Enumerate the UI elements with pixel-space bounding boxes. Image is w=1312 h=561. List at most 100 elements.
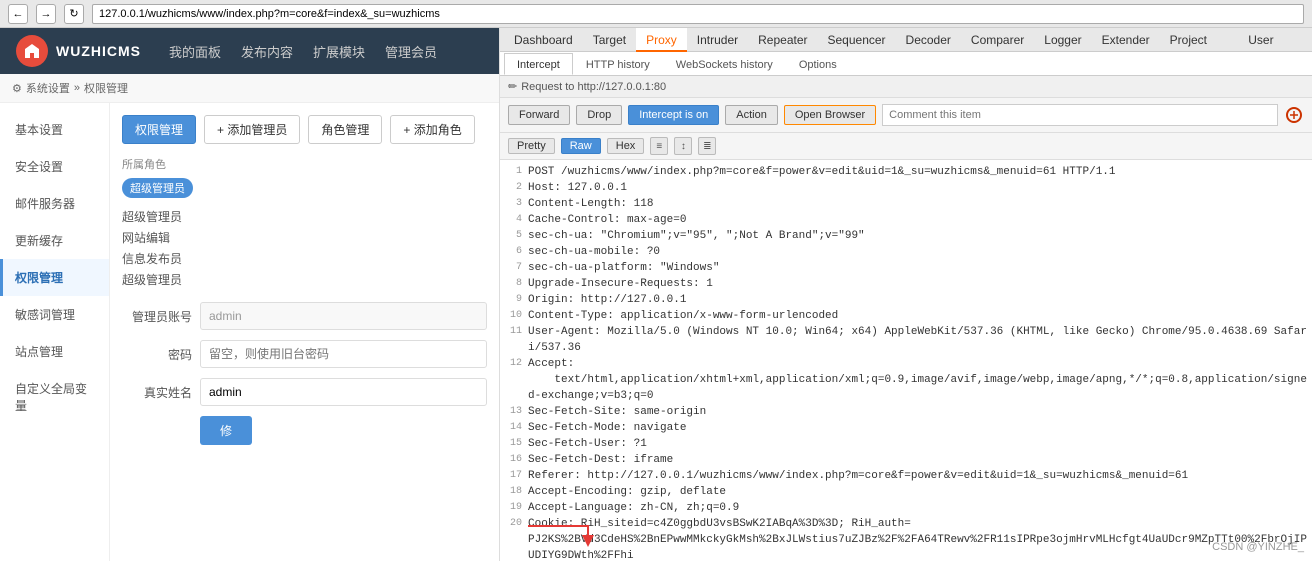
pretty-button[interactable]: Pretty: [508, 138, 555, 154]
intercept-on-button[interactable]: Intercept is on: [628, 105, 719, 125]
line-content: POST /wuzhicms/www/index.php?m=core&f=po…: [528, 164, 1312, 180]
realname-input[interactable]: [200, 378, 487, 406]
sidebar-item-sensitive[interactable]: 敏感词管理: [0, 296, 109, 333]
sidebar-item-sites[interactable]: 站点管理: [0, 333, 109, 370]
request-body[interactable]: 1POST /wuzhicms/www/index.php?m=core&f=p…: [500, 160, 1312, 561]
comment-input[interactable]: [882, 104, 1278, 126]
drop-button[interactable]: Drop: [576, 105, 622, 125]
permissions-button[interactable]: 权限管理: [122, 115, 196, 144]
menu-decoder[interactable]: Decoder: [896, 28, 961, 52]
account-input[interactable]: [200, 302, 487, 330]
sidebar-item-basic[interactable]: 基本设置: [0, 111, 109, 148]
line-content: sec-ch-ua: "Chromium";v="95", ";Not A Br…: [528, 228, 1312, 244]
role-item-1: 网站编辑: [122, 227, 487, 248]
role-item-0: 超级管理员: [122, 206, 487, 227]
menu-extender[interactable]: Extender: [1092, 28, 1160, 52]
password-input[interactable]: [200, 340, 487, 368]
sidebar-item-permissions[interactable]: 权限管理: [0, 259, 109, 296]
line-number: 1: [500, 164, 528, 180]
tab-intercept[interactable]: Intercept: [504, 53, 573, 75]
line-number: 15: [500, 436, 528, 452]
line-number: 19: [500, 500, 528, 516]
forward-button[interactable]: Forward: [508, 105, 570, 125]
forward-button[interactable]: →: [36, 4, 56, 24]
line-content: sec-ch-ua-platform: "Windows": [528, 260, 1312, 276]
submit-button[interactable]: 修: [200, 416, 252, 445]
action-button[interactable]: Action: [725, 105, 778, 125]
menu-dashboard[interactable]: Dashboard: [504, 28, 583, 52]
request-line: 12Accept:: [500, 356, 1312, 372]
breadcrumb: ⚙ 系统设置 » 权限管理: [0, 74, 499, 103]
format-icon-3[interactable]: ≣: [698, 137, 716, 155]
active-role-tag: 超级管理员: [122, 178, 193, 198]
format-toolbar: Pretty Raw Hex ≡ ↕ ≣: [500, 133, 1312, 160]
tab-options[interactable]: Options: [786, 53, 850, 75]
add-role-button[interactable]: + 添加角色: [390, 115, 474, 144]
back-button[interactable]: ←: [8, 4, 28, 24]
menu-sequencer[interactable]: Sequencer: [818, 28, 896, 52]
hex-button[interactable]: Hex: [607, 138, 645, 154]
request-line: 1POST /wuzhicms/www/index.php?m=core&f=p…: [500, 164, 1312, 180]
request-line: text/html,application/xhtml+xml,applicat…: [500, 372, 1312, 404]
burp-menu: Dashboard Target Proxy Intruder Repeater…: [500, 28, 1312, 52]
breadcrumb-settings[interactable]: 系统设置: [26, 80, 70, 96]
cms-topbar: WUZHICMS 我的面板 发布内容 扩展模块 管理会员: [0, 28, 499, 74]
request-line: 11User-Agent: Mozilla/5.0 (Windows NT 10…: [500, 324, 1312, 356]
line-number: 16: [500, 452, 528, 468]
url-bar[interactable]: [92, 4, 1304, 24]
sidebar-item-cache[interactable]: 更新缓存: [0, 222, 109, 259]
realname-label: 真实姓名: [122, 384, 192, 401]
nav-extensions[interactable]: 扩展模块: [313, 42, 365, 61]
nav-dashboard[interactable]: 我的面板: [169, 42, 221, 61]
line-number: 9: [500, 292, 528, 308]
request-line: 7sec-ch-ua-platform: "Windows": [500, 260, 1312, 276]
line-number: 3: [500, 196, 528, 212]
format-icon-1[interactable]: ≡: [650, 137, 668, 155]
line-content: Sec-Fetch-Mode: navigate: [528, 420, 1312, 436]
request-url: Request to http://127.0.0.1:80: [521, 81, 666, 93]
line-number: [500, 532, 528, 561]
menu-user-options[interactable]: User options: [1238, 28, 1308, 52]
sidebar-item-mail[interactable]: 邮件服务器: [0, 185, 109, 222]
burp-toolbar: Forward Drop Intercept is on Action Open…: [500, 98, 1312, 133]
sidebar-item-security[interactable]: 安全设置: [0, 148, 109, 185]
breadcrumb-permissions[interactable]: 权限管理: [84, 80, 128, 96]
menu-comparer[interactable]: Comparer: [961, 28, 1034, 52]
line-content: Content-Length: 118: [528, 196, 1312, 212]
line-number: [500, 372, 528, 404]
line-content: text/html,application/xhtml+xml,applicat…: [528, 372, 1312, 404]
request-line: 20Cookie: RiH_siteid=c4Z0ggbdU3vsBSwK2IA…: [500, 516, 1312, 532]
add-admin-button[interactable]: + 添加管理员: [204, 115, 300, 144]
menu-project-options[interactable]: Project options: [1160, 28, 1239, 52]
tab-websockets-history[interactable]: WebSockets history: [663, 53, 786, 75]
cms-nav: 我的面板 发布内容 扩展模块 管理会员: [169, 42, 437, 61]
nav-admin[interactable]: 管理会员: [385, 42, 437, 61]
sidebar-item-vars[interactable]: 自定义全局变量: [0, 370, 109, 424]
open-browser-button[interactable]: Open Browser: [784, 105, 876, 125]
roles-button[interactable]: 角色管理: [308, 115, 382, 144]
line-content: Cookie: RiH_siteid=c4Z0ggbdU3vsBSwK2IABq…: [528, 516, 1312, 532]
realname-row: 真实姓名: [122, 378, 487, 406]
request-line: 2Host: 127.0.0.1: [500, 180, 1312, 196]
request-line: 3Content-Length: 118: [500, 196, 1312, 212]
line-number: 17: [500, 468, 528, 484]
line-content: Accept:: [528, 356, 1312, 372]
line-number: 7: [500, 260, 528, 276]
raw-button[interactable]: Raw: [561, 138, 601, 154]
line-content: Origin: http://127.0.0.1: [528, 292, 1312, 308]
action-bar: 权限管理 + 添加管理员 角色管理 + 添加角色: [122, 115, 487, 144]
line-number: 14: [500, 420, 528, 436]
menu-target[interactable]: Target: [583, 28, 636, 52]
menu-intruder[interactable]: Intruder: [687, 28, 748, 52]
request-line: 4Cache-Control: max-age=0: [500, 212, 1312, 228]
menu-proxy[interactable]: Proxy: [636, 28, 687, 52]
tab-http-history[interactable]: HTTP history: [573, 53, 663, 75]
line-number: 6: [500, 244, 528, 260]
burp-settings-icon[interactable]: [1284, 105, 1304, 125]
reload-button[interactable]: ↻: [64, 4, 84, 24]
menu-repeater[interactable]: Repeater: [748, 28, 817, 52]
menu-logger[interactable]: Logger: [1034, 28, 1091, 52]
request-line: 18Accept-Encoding: gzip, deflate: [500, 484, 1312, 500]
nav-publish[interactable]: 发布内容: [241, 42, 293, 61]
format-icon-2[interactable]: ↕: [674, 137, 692, 155]
